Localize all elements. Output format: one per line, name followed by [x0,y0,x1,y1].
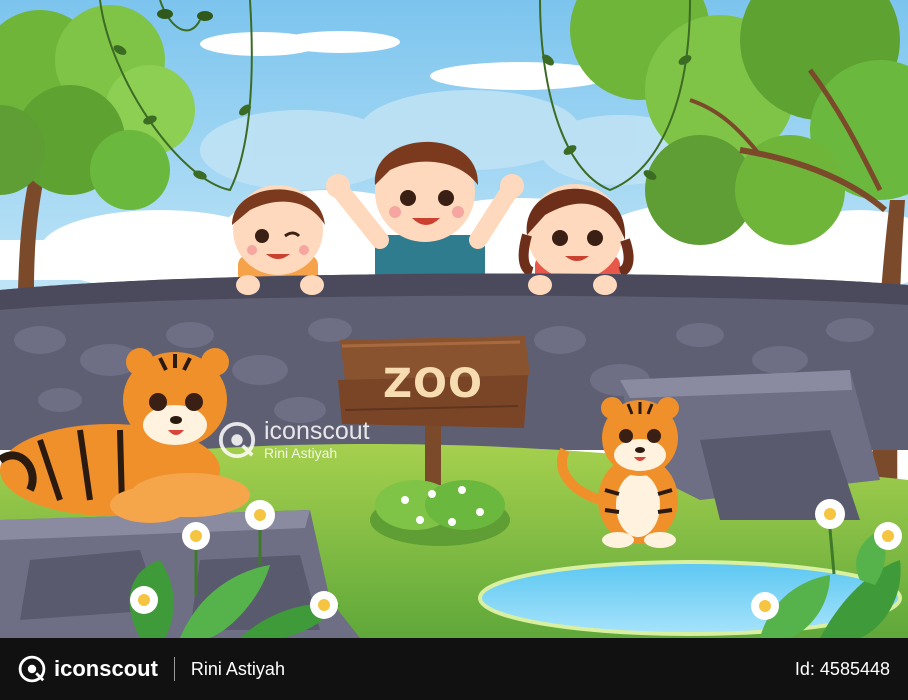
zoo-sign-text: ZOO [383,361,483,407]
footer-divider [173,657,175,681]
iconscout-logo-icon [218,421,256,459]
watermark-brand: iconscout [264,417,370,445]
daisy [310,591,338,619]
daisy [130,586,158,614]
daisy [751,592,779,620]
watermark: iconscout Rini Astiyah [218,418,370,462]
footer-brand[interactable]: iconscout [54,656,158,682]
footer-author[interactable]: Rini Astiyah [191,659,285,680]
child-left [232,185,325,285]
bush [370,480,510,546]
illustration: ZOO iconscout Rini Astiyah [0,0,908,638]
footer-asset-id: Id: 4585448 [794,658,890,679]
iconscout-logo-icon[interactable] [18,655,46,683]
watermark-text: iconscout Rini Astiyah [264,418,370,462]
footer-bar: iconscout Rini Astiyah Id: 4585448 [0,638,908,700]
watermark-author: Rini Astiyah [264,445,338,461]
daisy [874,522,902,550]
